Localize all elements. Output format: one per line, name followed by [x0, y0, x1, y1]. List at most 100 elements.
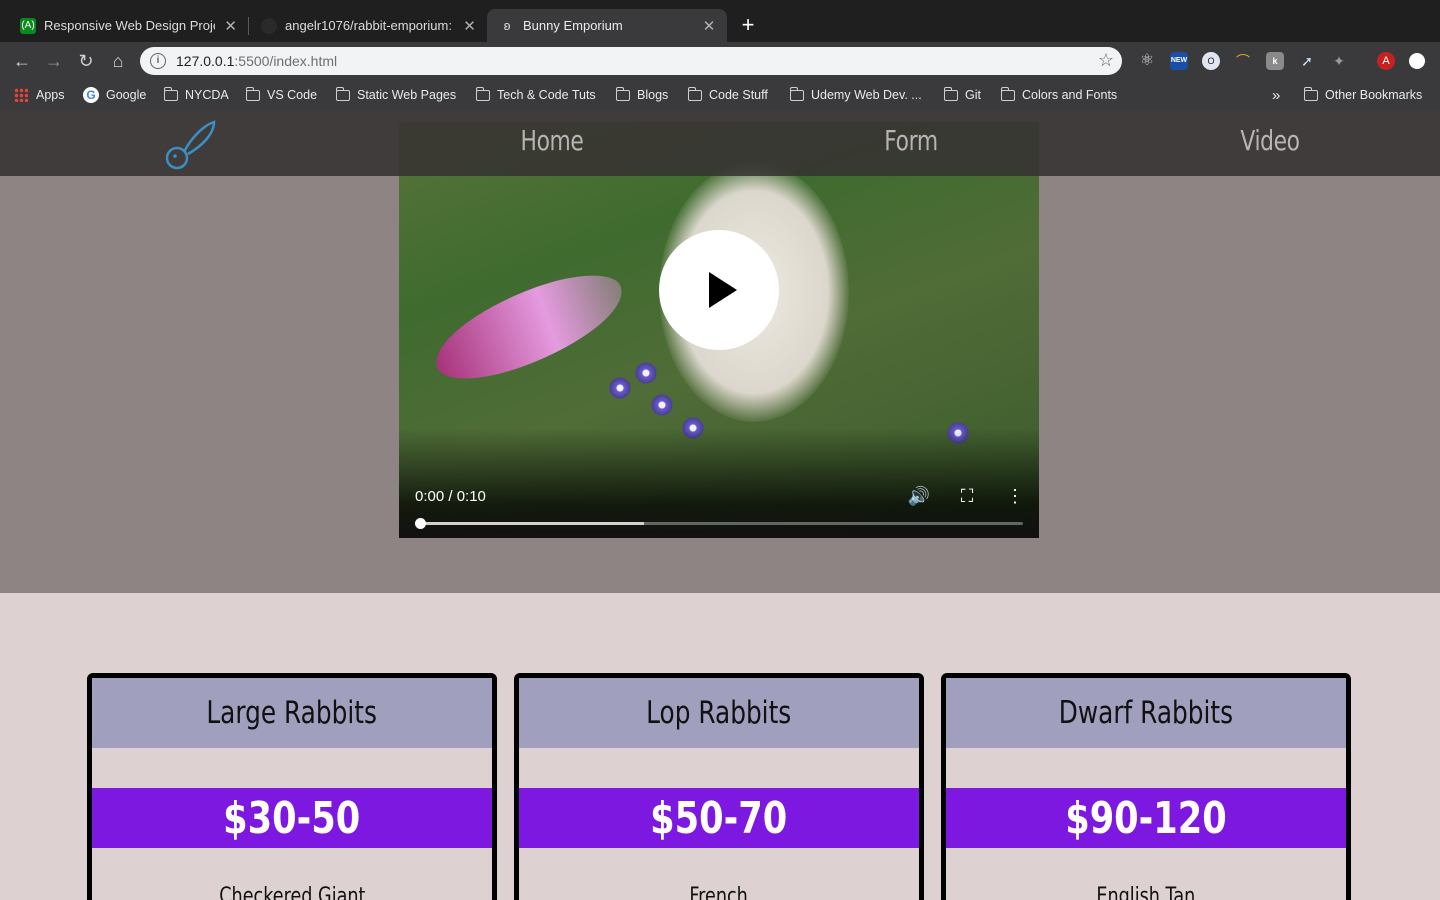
bookmark-label: Apps	[36, 88, 65, 102]
tab-title: Responsive Web Design Projec	[44, 18, 216, 33]
bookmark-udemy[interactable]: Udemy Web Dev. ...	[789, 85, 922, 105]
bunny-logo-icon[interactable]	[162, 120, 220, 172]
bookmark-apps[interactable]: Apps	[14, 85, 65, 105]
k-extension-icon[interactable]: k	[1266, 52, 1284, 70]
reload-icon[interactable]: ↻	[75, 50, 97, 72]
folder-icon	[475, 86, 490, 101]
bookmark-label: Other Bookmarks	[1325, 88, 1423, 102]
tab-bunny-emporium[interactable]: ʚ Bunny Emporium ✕	[487, 9, 727, 42]
new-extension-icon[interactable]: NEW	[1170, 52, 1188, 70]
card-feature: French	[519, 884, 919, 900]
folder-icon	[335, 86, 350, 101]
folder-icon	[1000, 86, 1015, 101]
close-tab-icon[interactable]: ✕	[221, 17, 240, 35]
react-devtools-icon[interactable]: ⚛	[1138, 52, 1156, 70]
flower-graphic	[635, 362, 657, 384]
browser-tab-strip: (A) Responsive Web Design Projec ✕ angel…	[0, 0, 1440, 42]
bookmark-blogs[interactable]: Blogs	[615, 85, 669, 105]
bookmark-tech-code-tuts[interactable]: Tech & Code Tuts	[475, 85, 596, 105]
address-bar[interactable]: i 127.0.0.1:5500/index.html ☆	[140, 47, 1122, 75]
card-feature-text: Checkered Giant	[218, 884, 366, 900]
new-tab-button[interactable]: +	[736, 13, 760, 37]
bookmark-label: Git	[965, 88, 981, 102]
butterfly-graphic	[423, 259, 635, 395]
bookmark-static-web-pages[interactable]: Static Web Pages	[335, 85, 457, 105]
folder-icon	[615, 86, 630, 101]
bookmark-label: Google	[106, 88, 147, 102]
web-page: 0:00 / 0:10 🔊 ⛶ ⋮ Home Form Video Large …	[0, 110, 1440, 900]
bookmark-label: Colors and Fonts	[1022, 88, 1118, 102]
bookmark-label: Static Web Pages	[357, 88, 457, 102]
more-options-icon[interactable]: ⋮	[1003, 486, 1027, 507]
other-bookmarks[interactable]: Other Bookmarks	[1303, 85, 1423, 105]
bookmarks-overflow-button[interactable]: »	[1272, 85, 1280, 105]
card-price: $30-50	[223, 792, 361, 844]
bookmark-vs-code[interactable]: VS Code	[245, 85, 318, 105]
menu-dot-icon[interactable]	[1409, 53, 1425, 69]
bookmark-label: VS Code	[267, 88, 318, 102]
github-icon	[261, 17, 277, 34]
bookmark-colors-fonts[interactable]: Colors and Fonts	[1000, 85, 1118, 105]
card-feature: English Tan	[946, 884, 1346, 900]
card-title: Lop Rabbits	[646, 695, 792, 731]
folder-icon	[687, 86, 702, 101]
volume-icon[interactable]: 🔊	[907, 486, 931, 507]
fullscreen-icon[interactable]: ⛶	[955, 486, 979, 507]
video-progress-bar[interactable]	[415, 518, 1023, 529]
nav-link-home[interactable]: Home	[474, 124, 630, 157]
tab-title: Bunny Emporium	[523, 18, 623, 33]
bookmark-label: Code Stuff	[709, 88, 768, 102]
nav-link-form[interactable]: Form	[833, 124, 989, 157]
nav-link-video[interactable]: Video	[1192, 124, 1348, 157]
folder-icon	[1303, 86, 1318, 101]
flower-graphic	[609, 377, 631, 399]
close-tab-icon[interactable]: ✕	[699, 17, 719, 35]
google-icon: G	[83, 87, 99, 103]
folder-icon	[245, 86, 260, 101]
bookmark-label: Blogs	[637, 88, 669, 102]
folder-icon	[163, 86, 178, 101]
close-tab-icon[interactable]: ✕	[460, 17, 479, 35]
buffered-progress	[421, 522, 644, 525]
play-button[interactable]	[659, 230, 779, 350]
bookmarks-bar: Apps G Google NYCDA VS Code Static Web P…	[0, 80, 1440, 110]
profile-avatar[interactable]: A	[1377, 52, 1395, 70]
forward-icon[interactable]: →	[43, 50, 65, 72]
video-player[interactable]: 0:00 / 0:10 🔊 ⛶ ⋮	[399, 122, 1039, 538]
video-section: 0:00 / 0:10 🔊 ⛶ ⋮ Home Form Video	[0, 110, 1440, 593]
puzzle-extension-icon[interactable]: ✦	[1330, 52, 1348, 70]
tab-responsive-web-design[interactable]: (A) Responsive Web Design Projec ✕	[8, 9, 248, 42]
circle-extension-icon[interactable]: O	[1202, 52, 1220, 70]
back-icon[interactable]: ←	[11, 50, 33, 72]
card-title: Dwarf Rabbits	[1058, 695, 1234, 731]
bookmark-star-icon[interactable]: ☆	[1098, 50, 1114, 71]
card-price: $50-70	[650, 792, 788, 844]
tab-title: angelr1076/rabbit-emporium: F	[285, 18, 455, 33]
bookmark-nycda[interactable]: NYCDA	[163, 85, 229, 105]
card-price: $90-120	[1065, 792, 1227, 844]
scrubber-thumb[interactable]	[415, 518, 426, 529]
bookmark-google[interactable]: G Google	[83, 85, 146, 105]
bookmark-git[interactable]: Git	[943, 85, 981, 105]
folder-icon	[943, 86, 958, 101]
bookmark-code-stuff[interactable]: Code Stuff	[687, 85, 768, 105]
site-info-icon[interactable]: i	[150, 53, 166, 69]
card-header: Dwarf Rabbits	[946, 678, 1346, 748]
card-feature-text: English Tan	[1096, 884, 1196, 900]
video-timecode: 0:00 / 0:10	[415, 488, 486, 505]
tab-github-repo[interactable]: angelr1076/rabbit-emporium: F ✕	[249, 9, 487, 42]
site-navbar: Home Form Video	[0, 110, 1440, 176]
card-price-band: $50-70	[519, 788, 919, 848]
card-price-band: $30-50	[92, 788, 492, 848]
bookmark-label: NYCDA	[185, 88, 229, 102]
pricing-card-dwarf: Dwarf Rabbits $90-120 English Tan	[941, 673, 1351, 900]
bookmark-label: Udemy Web Dev. ...	[811, 88, 922, 102]
card-price-band: $90-120	[946, 788, 1346, 848]
url-path: :5500/index.html	[234, 53, 338, 69]
pricing-card-lop: Lop Rabbits $50-70 French	[514, 673, 924, 900]
home-icon[interactable]: ⌂	[107, 50, 129, 72]
card-feature: Checkered Giant	[92, 884, 492, 900]
rainbow-extension-icon[interactable]: ⌒	[1234, 52, 1252, 70]
rocket-extension-icon[interactable]: ➚	[1298, 52, 1316, 70]
url-host: 127.0.0.1	[176, 53, 235, 69]
